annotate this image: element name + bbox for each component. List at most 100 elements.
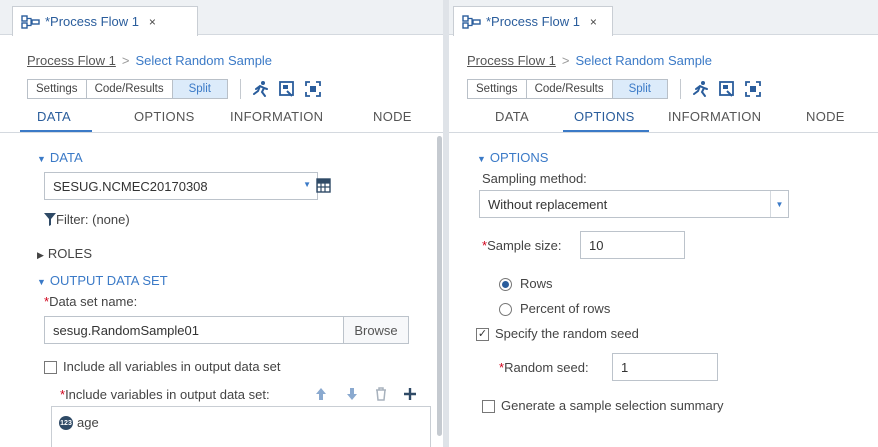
tab-node[interactable]: NODE: [806, 109, 845, 124]
filter-icon: [44, 213, 56, 229]
code-results-button[interactable]: Code/Results: [86, 80, 173, 98]
process-flow-tab[interactable]: *Process Flow 1 ×: [12, 6, 198, 36]
tab-options[interactable]: OPTIONS: [574, 109, 635, 124]
sampling-method-value: Without replacement: [488, 196, 608, 212]
expand-triangle-icon: ▼: [37, 277, 46, 287]
settings-button[interactable]: Settings: [28, 80, 87, 98]
trash-icon[interactable]: [374, 386, 388, 402]
dataset-name-value: sesug.RandomSample01: [53, 322, 199, 338]
close-icon[interactable]: ×: [149, 15, 156, 29]
split-button[interactable]: Split: [612, 80, 667, 98]
expand-triangle-icon: ▼: [477, 154, 486, 164]
tab-data[interactable]: DATA: [37, 109, 71, 124]
settings-button[interactable]: Settings: [468, 80, 527, 98]
tab-node[interactable]: NODE: [373, 109, 412, 124]
output-section-header[interactable]: ▼ OUTPUT DATA SET: [37, 273, 168, 288]
view-toolbar: Settings Code/Results Split: [27, 78, 329, 100]
browse-button[interactable]: Browse: [343, 316, 409, 344]
output-section-title: OUTPUT DATA SET: [49, 273, 168, 288]
sample-size-label: *Sample size:: [482, 238, 562, 253]
input-table-select[interactable]: SESUG.NCMEC20170308 ▼: [44, 172, 318, 200]
tab-information[interactable]: INFORMATION: [230, 109, 323, 124]
process-flow-tab[interactable]: *Process Flow 1 ×: [453, 6, 613, 36]
list-item[interactable]: age: [77, 415, 99, 430]
move-up-icon[interactable]: [314, 386, 328, 402]
options-section-header[interactable]: ▼ OPTIONS: [477, 150, 548, 165]
view-toolbar: Settings Code/Results Split: [467, 78, 769, 100]
sampling-method-label: Sampling method:: [482, 171, 587, 186]
properties-tabs: DATA OPTIONS INFORMATION NODE: [449, 106, 878, 133]
breadcrumb-separator: >: [121, 53, 130, 68]
data-section-header[interactable]: ▼ DATA: [37, 150, 83, 165]
tab-information[interactable]: INFORMATION: [668, 109, 761, 124]
split-button[interactable]: Split: [172, 80, 227, 98]
dataset-name-input[interactable]: sesug.RandomSample01: [44, 316, 344, 344]
move-down-icon[interactable]: [345, 386, 359, 402]
chevron-down-icon: ▼: [770, 191, 788, 217]
breadcrumb: Process Flow 1 > Select Random Sample: [467, 53, 712, 68]
code-results-button[interactable]: Code/Results: [526, 80, 613, 98]
toolbar-divider: [239, 79, 241, 99]
sample-size-input[interactable]: 10: [580, 231, 685, 259]
properties-tabs: DATA OPTIONS INFORMATION NODE: [0, 106, 443, 133]
input-table-value: SESUG.NCMEC20170308: [53, 178, 208, 194]
tab-strip: *Process Flow 1 ×: [0, 0, 443, 36]
include-all-label: Include all variables in output data set: [63, 359, 281, 374]
view-mode-segmented: Settings Code/Results Split: [27, 79, 228, 99]
close-icon[interactable]: ×: [590, 15, 597, 29]
variables-list[interactable]: 123 age: [51, 406, 431, 447]
summary-checkbox[interactable]: [482, 400, 495, 413]
toolbar-divider: [679, 79, 681, 99]
options-section-title: OPTIONS: [489, 150, 549, 165]
breadcrumb-current: Select Random Sample: [135, 53, 273, 68]
radio-rows-label: Rows: [520, 276, 553, 291]
maximize-icon[interactable]: [743, 79, 763, 99]
random-seed-checkbox[interactable]: ✓: [476, 328, 489, 341]
breadcrumb-root[interactable]: Process Flow 1: [467, 53, 556, 68]
run-icon[interactable]: [251, 79, 271, 99]
tab-title: *Process Flow 1: [486, 14, 580, 29]
sample-size-value: 10: [589, 237, 604, 253]
checkmark-icon: ✓: [477, 328, 488, 340]
breadcrumb-root[interactable]: Process Flow 1: [27, 53, 116, 68]
tab-data[interactable]: DATA: [495, 109, 529, 124]
maximize-icon[interactable]: [303, 79, 323, 99]
include-vars-label: *Include variables in output data set:: [60, 387, 270, 402]
random-seed-value: 1: [621, 359, 629, 375]
radio-percent-of-rows[interactable]: [499, 303, 512, 316]
left-panel: *Process Flow 1 × Process Flow 1 > Select …: [0, 0, 443, 447]
filter-row[interactable]: Filter: (none): [44, 212, 130, 229]
roles-section-title: ROLES: [47, 246, 92, 261]
random-seed-check-label: Specify the random seed: [495, 326, 639, 341]
tab-options[interactable]: OPTIONS: [134, 109, 195, 124]
add-icon[interactable]: [403, 386, 417, 402]
right-panel: *Process Flow 1 × Process Flow 1 > Select …: [449, 0, 878, 447]
random-seed-input[interactable]: 1: [612, 353, 718, 381]
tabs-divider: [449, 132, 878, 133]
save-icon[interactable]: [277, 79, 297, 99]
view-mode-segmented: Settings Code/Results Split: [467, 79, 668, 99]
random-seed-label: *Random seed:: [499, 360, 589, 375]
collapse-triangle-icon: ▶: [37, 250, 44, 260]
tab-title: *Process Flow 1: [45, 14, 139, 29]
dataset-name-label: *Data set name:: [44, 294, 138, 309]
process-flow-icon: [21, 14, 41, 29]
include-all-checkbox[interactable]: [44, 361, 57, 374]
tabs-divider: [0, 132, 443, 133]
roles-section-header[interactable]: ▶ ROLES: [37, 246, 92, 261]
chevron-down-icon: ▼: [303, 180, 311, 189]
radio-percent-label: Percent of rows: [520, 301, 611, 316]
scrollbar[interactable]: [437, 136, 442, 436]
sampling-method-select[interactable]: Without replacement ▼: [479, 190, 789, 218]
radio-rows[interactable]: [499, 278, 512, 291]
breadcrumb-current: Select Random Sample: [575, 53, 713, 68]
save-icon[interactable]: [717, 79, 737, 99]
run-icon[interactable]: [691, 79, 711, 99]
data-section-title: DATA: [49, 150, 83, 165]
expand-triangle-icon: ▼: [37, 154, 46, 164]
numeric-variable-icon: 123: [59, 416, 73, 430]
breadcrumb-separator: >: [561, 53, 570, 68]
table-browse-icon[interactable]: [314, 176, 334, 196]
process-flow-icon: [462, 14, 482, 29]
filter-text: Filter: (none): [56, 212, 130, 227]
